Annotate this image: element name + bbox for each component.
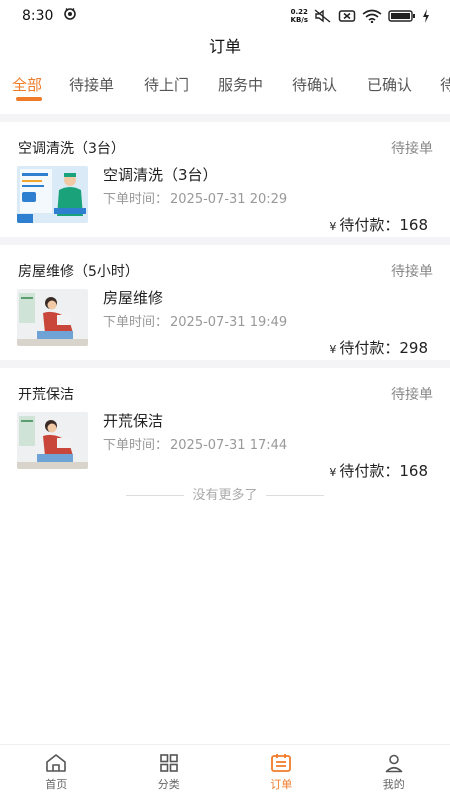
tab-all[interactable]: 全部 (12, 74, 42, 95)
order-thumbnail (17, 412, 88, 469)
tabbar-profile[interactable]: 我的 (338, 745, 450, 800)
order-time-value: 2025-07-31 19:49 (170, 315, 288, 330)
order-status: 待接单 (391, 264, 433, 280)
order-time-label: 下单时间： (103, 315, 169, 330)
sim-off-icon (338, 9, 356, 23)
order-card[interactable]: 空调清洗（3台） 待接单 空调清洗（3台） 下单时间： 2025-07-31 20… (0, 122, 450, 239)
price-value: 298 (399, 339, 428, 357)
separator (0, 360, 450, 368)
order-card[interactable]: 开荒保洁 待接单 开荒保洁 下单时间： 2025-07-31 17:44 ¥ 待付款… (0, 368, 450, 485)
order-item-title: 空调清洗（3台） (103, 166, 218, 184)
tab-pending-visit[interactable]: 待上门 (144, 74, 189, 95)
currency-symbol: ¥ (329, 220, 337, 233)
tabbar-label: 首页 (45, 778, 68, 791)
mute-icon (314, 9, 332, 23)
price-label: 待付款： (339, 462, 400, 480)
no-more-indicator: 没有更多了 (0, 484, 450, 503)
order-status: 待接单 (391, 141, 433, 157)
tabbar-orders[interactable]: 订单 (225, 745, 338, 800)
page-title: 订单 (208, 37, 241, 56)
order-price: ¥ 待付款：168 (329, 214, 428, 235)
price-value: 168 (399, 216, 428, 234)
no-more-text: 没有更多了 (192, 488, 258, 503)
currency-symbol: ¥ (329, 343, 337, 356)
order-item-title: 开荒保洁 (103, 412, 164, 430)
currency-symbol: ¥ (329, 466, 337, 479)
order-status-tabs: 全部 待接单 待上门 服务中 待确认 已确认 待 (0, 66, 450, 108)
order-name: 房屋维修（5小时） (18, 264, 139, 280)
battery-icon (388, 9, 416, 23)
tab-in-service[interactable]: 服务中 (218, 74, 263, 95)
wifi-icon (362, 9, 382, 23)
order-time-value: 2025-07-31 17:44 (170, 438, 288, 453)
price-value: 168 (399, 462, 428, 480)
tabbar-label: 分类 (157, 778, 180, 791)
order-thumbnail (17, 289, 88, 346)
order-item-title: 房屋维修 (103, 289, 164, 307)
active-tab-indicator (16, 97, 42, 101)
app-notification-icon (63, 7, 77, 25)
bottom-tab-bar: 首页 分类 订单 我的 (0, 744, 450, 800)
status-time: 8:30 (22, 8, 54, 24)
tabbar-label: 我的 (382, 778, 405, 791)
tabbar-category[interactable]: 分类 (113, 745, 226, 800)
order-status: 待接单 (391, 387, 433, 403)
order-time: 下单时间： 2025-07-31 17:44 (103, 434, 287, 453)
tabbar-home[interactable]: 首页 (0, 745, 113, 800)
order-time: 下单时间： 2025-07-31 19:49 (103, 311, 287, 330)
tab-next-partial[interactable]: 待 (440, 74, 450, 95)
order-time: 下单时间： 2025-07-31 20:29 (103, 188, 287, 207)
order-name: 开荒保洁 (18, 387, 74, 403)
tabbar-label: 订单 (270, 778, 293, 791)
charging-icon (422, 9, 430, 23)
price-label: 待付款： (339, 339, 400, 357)
order-time-label: 下单时间： (103, 438, 169, 453)
grid-icon (159, 754, 178, 772)
divider-line (126, 495, 185, 496)
home-icon (46, 754, 67, 772)
status-bar: 8:30 0.22 KB/s (0, 0, 450, 32)
net-speed: 0.22 KB/s (290, 8, 308, 24)
order-price: ¥ 待付款：168 (329, 460, 428, 481)
separator (0, 114, 450, 122)
order-icon (271, 754, 292, 772)
divider-line (265, 495, 324, 496)
tab-pending-confirm[interactable]: 待确认 (292, 74, 337, 95)
price-label: 待付款： (339, 216, 400, 234)
user-icon (385, 754, 403, 773)
tab-confirmed[interactable]: 已确认 (367, 74, 412, 95)
order-card[interactable]: 房屋维修（5小时） 待接单 房屋维修 下单时间： 2025-07-31 19:49… (0, 245, 450, 362)
order-name: 空调清洗（3台） (18, 141, 125, 157)
order-time-value: 2025-07-31 20:29 (170, 192, 288, 207)
order-price: ¥ 待付款：298 (329, 337, 428, 358)
tab-pending-accept[interactable]: 待接单 (69, 74, 114, 95)
separator (0, 237, 450, 245)
order-time-label: 下单时间： (103, 192, 169, 207)
order-thumbnail (17, 166, 88, 223)
